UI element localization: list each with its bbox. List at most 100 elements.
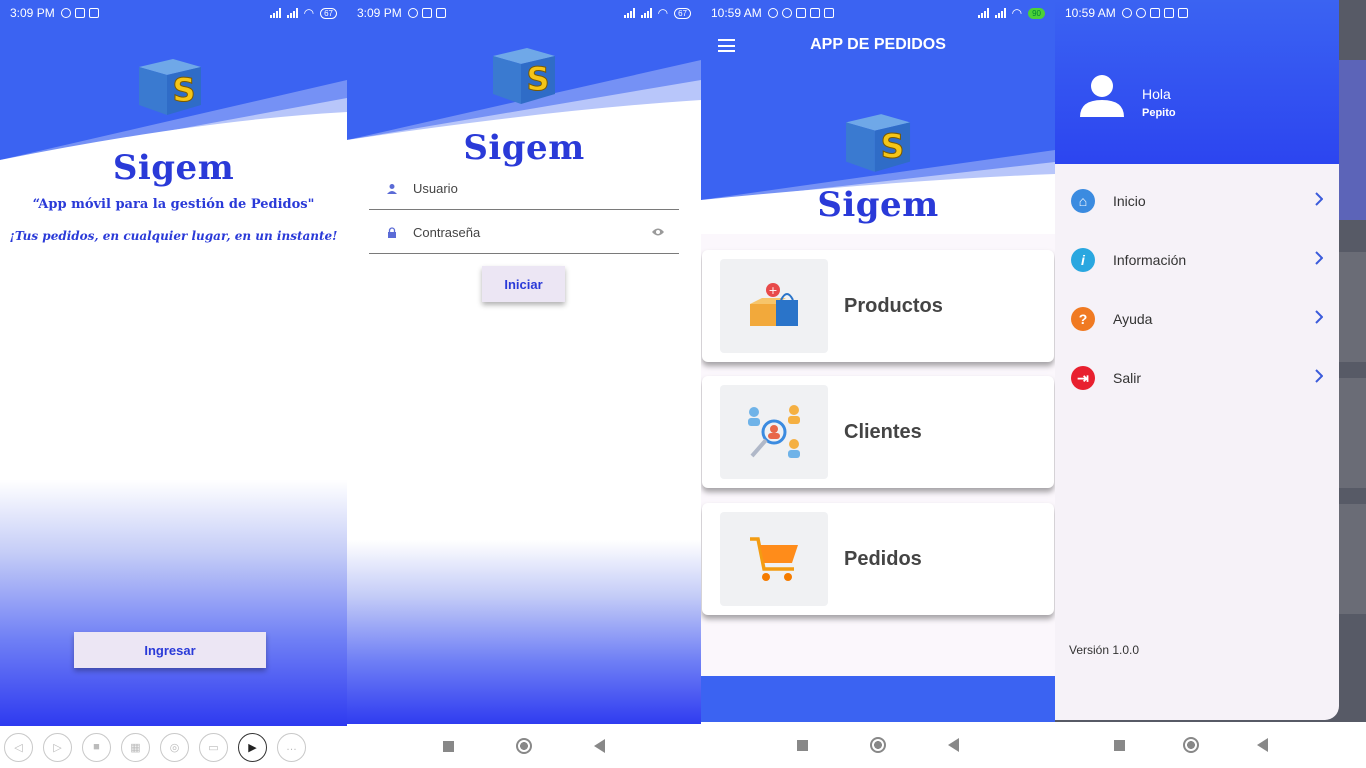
- battery-icon: 67: [320, 7, 337, 19]
- more-icon[interactable]: …: [277, 732, 306, 762]
- signal-icon: [623, 8, 635, 18]
- signal-icon: [994, 8, 1006, 18]
- password-field[interactable]: Contraseña: [369, 212, 679, 254]
- greeting: Hola: [1142, 86, 1171, 102]
- card-label: Productos: [844, 294, 943, 317]
- help-icon: ?: [1071, 307, 1095, 331]
- menu-label: Inicio: [1113, 193, 1146, 209]
- sigem-logo-icon: S: [493, 48, 555, 104]
- system-nav-bar: [347, 724, 701, 768]
- bottom-bar: [701, 676, 1055, 722]
- signal-icon: [269, 8, 281, 18]
- bottom-gradient: [347, 540, 701, 726]
- alarm-icon: [407, 8, 418, 18]
- svg-text:S: S: [172, 71, 195, 109]
- home-screen: 10:59 AM ◠ 90 APP DE PEDIDOS S Sigem + P…: [701, 0, 1055, 768]
- logout-icon: ⇥: [1071, 366, 1095, 390]
- battery-icon: 67: [674, 7, 691, 19]
- info-icon: i: [1071, 248, 1095, 272]
- home-button-icon[interactable]: [516, 738, 532, 754]
- navigation-drawer: Hola Pepito 10:59 AM ⌂ Inicio i Informac…: [1055, 0, 1339, 720]
- password-label: Contraseña: [413, 225, 481, 240]
- status-bar: 10:59 AM ◠ 90: [701, 0, 1055, 26]
- alarm-icon: [781, 8, 792, 18]
- menu-label: Salir: [1113, 370, 1142, 386]
- brand-title: Sigem: [463, 128, 585, 168]
- person-icon: [383, 183, 401, 195]
- chevron-right-icon: [1315, 250, 1324, 270]
- layers-icon[interactable]: ▦: [121, 732, 150, 762]
- home-button-icon[interactable]: [870, 737, 886, 753]
- status-time: 3:09 PM: [10, 6, 55, 20]
- pen-off-icon[interactable]: ■: [82, 732, 111, 762]
- chevron-right-icon: [1315, 309, 1324, 329]
- mail-icon: [1163, 8, 1174, 18]
- signal-icon: [640, 8, 652, 18]
- home-button-icon[interactable]: [1182, 737, 1199, 753]
- card-label: Clientes: [844, 420, 922, 443]
- clientes-card[interactable]: Clientes: [702, 376, 1054, 488]
- back-icon[interactable]: [594, 739, 605, 753]
- shopping-cart-icon: [720, 512, 828, 606]
- username-field[interactable]: Usuario: [369, 168, 679, 210]
- back-icon[interactable]: ◁: [4, 732, 33, 762]
- avatar-icon: [1080, 75, 1124, 117]
- pedidos-card[interactable]: Pedidos: [702, 503, 1054, 615]
- chevron-right-icon: [1315, 368, 1324, 388]
- alarm-icon: [1135, 8, 1146, 18]
- status-bar: 3:09 PM ◠ 67: [347, 0, 701, 26]
- home-icon: ⌂: [1071, 189, 1095, 213]
- trash-icon: [823, 8, 834, 18]
- ingresar-button[interactable]: Ingresar: [74, 632, 266, 668]
- signal-icon: [977, 8, 989, 18]
- login-screen: 3:09 PM ◠ 67 S Sigem Usuario Contraseña …: [347, 0, 701, 768]
- svg-text:S: S: [526, 60, 549, 98]
- bottom-gradient: [0, 480, 347, 726]
- drawer-screen: Hola Pepito 10:59 AM ⌂ Inicio i Informac…: [1055, 0, 1366, 768]
- app-icon: [88, 8, 99, 18]
- eye-icon[interactable]: [651, 224, 665, 242]
- menu-item-ayuda[interactable]: ? Ayuda: [1055, 290, 1339, 348]
- svg-text:S: S: [881, 126, 905, 165]
- recents-icon[interactable]: [443, 740, 454, 752]
- menu-item-inicio[interactable]: ⌂ Inicio: [1055, 172, 1339, 230]
- shopping-box-icon: +: [720, 259, 828, 353]
- splash-screen: 3:09 PM ◠ 67 S Sigem “App móvil para la …: [0, 0, 347, 768]
- video-icon[interactable]: ▶: [238, 732, 267, 762]
- mail-icon: [809, 8, 820, 18]
- version-label: Versión 1.0.0: [1069, 643, 1140, 657]
- alarm-icon: [767, 8, 778, 18]
- recents-icon[interactable]: [1113, 739, 1125, 751]
- zoom-icon[interactable]: ◎: [160, 732, 189, 762]
- iniciar-button[interactable]: Iniciar: [482, 266, 565, 302]
- productos-card[interactable]: + Productos: [702, 250, 1054, 362]
- customer-search-icon: [720, 385, 828, 479]
- status-time: 3:09 PM: [357, 6, 402, 20]
- svg-text:+: +: [768, 284, 777, 297]
- back-icon[interactable]: [948, 738, 959, 752]
- keyboard-icon[interactable]: ▭: [199, 732, 228, 762]
- status-bar: 3:09 PM ◠ 67: [0, 0, 347, 26]
- chevron-right-icon: [1315, 191, 1324, 211]
- background-content: [1339, 0, 1366, 720]
- status-time: 10:59 AM: [711, 6, 762, 20]
- back-icon[interactable]: [1256, 738, 1268, 752]
- menu-label: Ayuda: [1113, 311, 1153, 327]
- notification-icon: [421, 8, 432, 18]
- signal-icon: [286, 8, 298, 18]
- system-nav-bar: [1055, 722, 1366, 768]
- wifi-icon: ◠: [657, 6, 669, 20]
- forward-icon[interactable]: ▷: [43, 732, 72, 762]
- menu-item-informacion[interactable]: i Información: [1055, 231, 1339, 289]
- notification-icon: [74, 8, 85, 18]
- username: Pepito: [1142, 107, 1176, 119]
- chat-icon: [795, 8, 806, 18]
- card-label: Pedidos: [844, 547, 922, 570]
- status-bar: 10:59 AM: [1055, 0, 1339, 26]
- sigem-logo-icon: S: [846, 114, 911, 172]
- alarm-icon: [60, 8, 71, 18]
- card-list: + Productos Clientes Pedidos: [701, 234, 1055, 676]
- recents-icon[interactable]: [797, 739, 808, 751]
- status-time: 10:59 AM: [1065, 6, 1116, 20]
- menu-item-salir[interactable]: ⇥ Salir: [1055, 349, 1339, 407]
